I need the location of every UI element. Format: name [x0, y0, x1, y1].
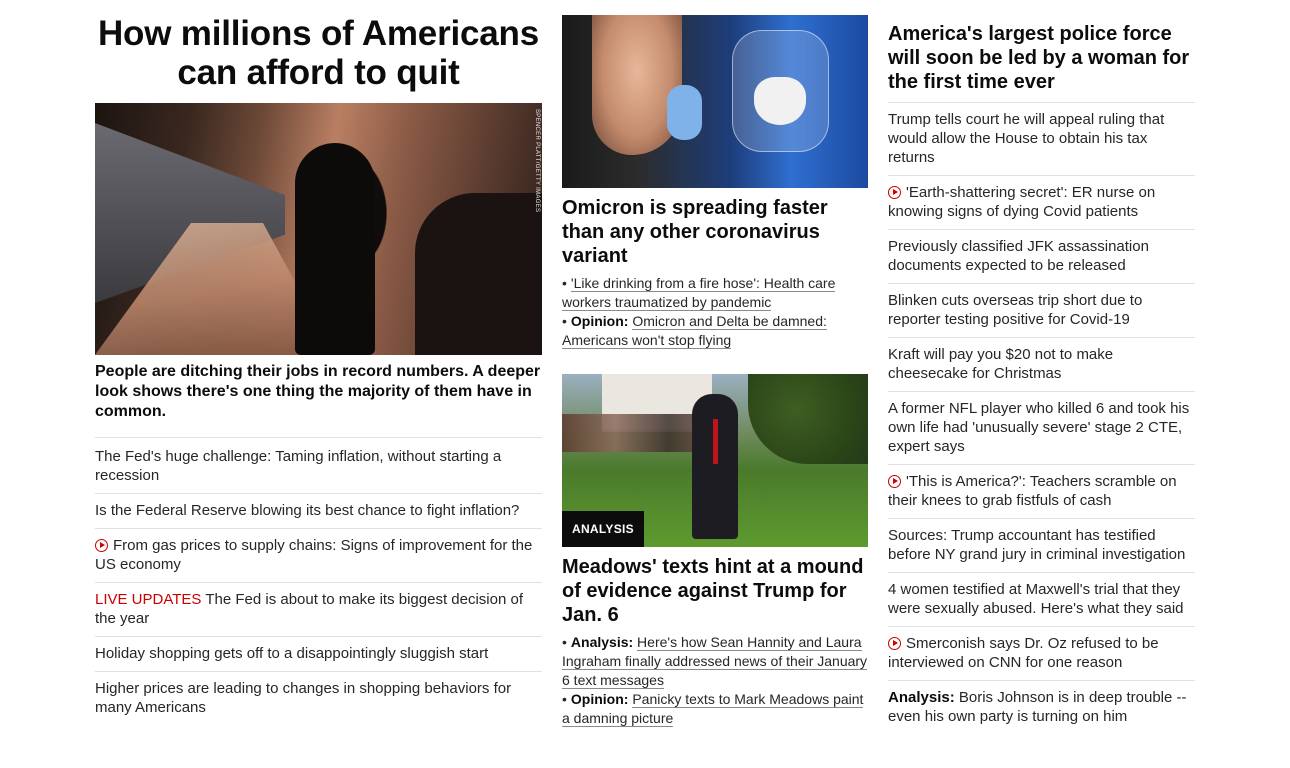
story-link[interactable]: A former NFL player who killed 6 and too… — [888, 400, 1189, 455]
story-link[interactable]: The Fed's huge challenge: Taming inflati… — [95, 448, 501, 484]
story-link[interactable]: From gas prices to supply chains: Signs … — [95, 537, 532, 573]
story-link[interactable]: Blinken cuts overseas trip short due to … — [888, 292, 1142, 328]
meadows-related-list: • Analysis: Here's how Sean Hannity and L… — [562, 633, 868, 728]
list-item[interactable]: From gas prices to supply chains: Signs … — [95, 528, 542, 582]
list-item[interactable]: Kraft will pay you $20 not to make chees… — [888, 337, 1195, 391]
meadows-photo[interactable]: ANALYSIS — [562, 374, 868, 547]
photo-silhouette — [295, 143, 375, 355]
list-item[interactable]: Holiday shopping gets off to a disappoin… — [95, 636, 542, 671]
list-item[interactable]: LIVE UPDATES The Fed is about to make it… — [95, 582, 542, 636]
analysis-label: Analysis: — [888, 689, 955, 706]
analysis-label: Analysis: — [570, 634, 634, 650]
photo-mask — [754, 77, 806, 125]
list-item[interactable]: A former NFL player who killed 6 and too… — [888, 391, 1195, 464]
photo-trees — [748, 374, 868, 464]
photo-credit: SPENCER PLATT/GETTY IMAGES — [534, 109, 540, 213]
story-link[interactable]: Trump tells court he will appeal ruling … — [888, 111, 1164, 166]
play-icon — [95, 539, 108, 552]
story-link[interactable]: Smerconish says Dr. Oz refused to be int… — [888, 635, 1159, 671]
list-item[interactable]: Higher prices are leading to changes in … — [95, 671, 542, 725]
story-link[interactable]: Is the Federal Reserve blowing its best … — [95, 502, 519, 519]
list-item[interactable]: 'This is America?': Teachers scramble on… — [888, 464, 1195, 518]
story-link[interactable]: 'Like drinking from a fire hose': Health… — [562, 275, 836, 311]
omicron-related-list: • 'Like drinking from a fire hose': Healt… — [562, 274, 868, 350]
list-item[interactable]: Analysis: Boris Johnson is in deep troub… — [888, 680, 1195, 734]
story-link[interactable]: Higher prices are leading to changes in … — [95, 680, 511, 716]
lead-headline[interactable]: How millions of Americans can afford to … — [95, 14, 542, 92]
list-item[interactable]: • 'Like drinking from a fire hose': Healt… — [562, 274, 868, 312]
story-link[interactable]: 'Earth-shattering secret': ER nurse on k… — [888, 184, 1155, 220]
right-headline[interactable]: America's largest police force will soon… — [888, 22, 1195, 94]
opinion-label: Opinion: — [570, 691, 629, 707]
story-link[interactable]: Sources: Trump accountant has testified … — [888, 527, 1185, 563]
right-column: America's largest police force will soon… — [888, 0, 1195, 734]
story-link[interactable]: Kraft will pay you $20 not to make chees… — [888, 346, 1113, 382]
list-item[interactable]: Blinken cuts overseas trip short due to … — [888, 283, 1195, 337]
live-updates-label: LIVE UPDATES — [95, 591, 202, 608]
right-story-list: Trump tells court he will appeal ruling … — [888, 102, 1195, 734]
list-item[interactable]: Previously classified JFK assassination … — [888, 229, 1195, 283]
list-item[interactable]: Trump tells court he will appeal ruling … — [888, 102, 1195, 175]
story-link[interactable]: 'This is America?': Teachers scramble on… — [888, 473, 1177, 509]
story-link[interactable]: Holiday shopping gets off to a disappoin… — [95, 645, 488, 662]
list-item[interactable]: 'Earth-shattering secret': ER nurse on k… — [888, 175, 1195, 229]
story-link[interactable]: Previously classified JFK assassination … — [888, 238, 1149, 274]
story-link[interactable]: 4 women testified at Maxwell's trial tha… — [888, 581, 1184, 617]
list-item[interactable]: • Opinion: Panicky texts to Mark Meadows … — [562, 690, 868, 728]
play-icon — [888, 186, 901, 199]
list-item[interactable]: Smerconish says Dr. Oz refused to be int… — [888, 626, 1195, 680]
photo-foreground-figure — [415, 193, 542, 355]
lead-subhead[interactable]: People are ditching their jobs in record… — [95, 362, 542, 422]
list-item[interactable]: Is the Federal Reserve blowing its best … — [95, 493, 542, 528]
play-icon — [888, 475, 901, 488]
meadows-headline[interactable]: Meadows' texts hint at a mound of eviden… — [562, 555, 868, 627]
lead-story-column: How millions of Americans can afford to … — [95, 0, 542, 725]
photo-figure — [692, 394, 738, 539]
lead-related-list: The Fed's huge challenge: Taming inflati… — [95, 437, 542, 725]
play-icon — [888, 637, 901, 650]
photo-glove — [667, 85, 702, 140]
photo-tie — [713, 419, 718, 464]
list-item[interactable]: • Opinion: Omicron and Delta be damned: A… — [562, 312, 868, 350]
list-item[interactable]: 4 women testified at Maxwell's trial tha… — [888, 572, 1195, 626]
lead-photo[interactable]: SPENCER PLATT/GETTY IMAGES — [95, 103, 542, 355]
list-item[interactable]: The Fed's huge challenge: Taming inflati… — [95, 437, 542, 493]
omicron-photo[interactable] — [562, 15, 868, 188]
opinion-label: Opinion: — [570, 313, 629, 329]
analysis-tag: ANALYSIS — [562, 511, 644, 547]
middle-column: Omicron is spreading faster than any oth… — [562, 0, 868, 728]
omicron-headline[interactable]: Omicron is spreading faster than any oth… — [562, 196, 868, 268]
list-item[interactable]: Sources: Trump accountant has testified … — [888, 518, 1195, 572]
list-item[interactable]: • Analysis: Here's how Sean Hannity and L… — [562, 633, 868, 690]
photo-patient — [592, 15, 682, 155]
